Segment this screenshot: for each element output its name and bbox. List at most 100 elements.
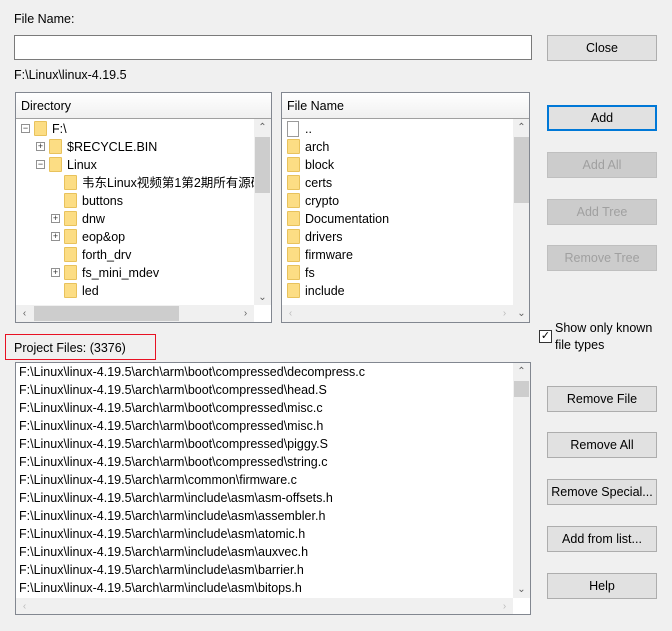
project-file-row[interactable]: F:\Linux\linux-4.19.5\arch\arm\include\a… — [19, 525, 305, 543]
scroll-left-icon[interactable]: ‹ — [16, 598, 33, 614]
scroll-thumb[interactable] — [34, 306, 179, 321]
directory-item-label: dnw — [82, 212, 105, 226]
scroll-up-icon[interactable]: ⌃ — [513, 119, 529, 136]
file-item[interactable]: fs — [282, 264, 513, 282]
file-item[interactable]: include — [282, 282, 513, 300]
current-path: F:\Linux\linux-4.19.5 — [14, 68, 127, 82]
file-item-label: certs — [305, 176, 333, 190]
directory-header[interactable]: Directory — [16, 93, 271, 119]
collapse-icon[interactable]: − — [21, 124, 30, 133]
files-hscrollbar[interactable]: ‹ › — [282, 305, 513, 322]
directory-item[interactable]: + dnw — [16, 210, 254, 228]
directory-item[interactable]: + $RECYCLE.BIN — [16, 138, 254, 156]
scroll-left-icon[interactable]: ‹ — [282, 305, 299, 322]
directory-item[interactable]: buttons — [16, 192, 254, 210]
expand-icon[interactable]: + — [51, 232, 60, 241]
scroll-up-icon[interactable]: ⌃ — [513, 363, 530, 380]
scroll-thumb[interactable] — [514, 381, 529, 397]
directory-item-label: Linux — [67, 158, 97, 172]
project-file-row[interactable]: F:\Linux\linux-4.19.5\arch\arm\boot\comp… — [19, 453, 327, 471]
directory-hscrollbar[interactable]: ‹ › — [16, 305, 254, 322]
file-item-label: arch — [305, 140, 330, 154]
project-file-row[interactable]: F:\Linux\linux-4.19.5\arch\arm\common\fi… — [19, 471, 297, 489]
directory-item[interactable]: + fs_mini_mdev — [16, 264, 254, 282]
show-known-label[interactable]: Show only known file types — [555, 320, 665, 354]
remove-tree-button[interactable]: Remove Tree — [547, 245, 657, 271]
directory-item-label: $RECYCLE.BIN — [67, 140, 158, 154]
file-item-label: drivers — [305, 230, 343, 244]
project-file-row[interactable]: F:\Linux\linux-4.19.5\arch\arm\boot\comp… — [19, 363, 365, 381]
directory-panel[interactable]: Directory − F:\ + $RECYCLE.BIN − Linux 韦东Linux… — [15, 92, 272, 323]
scroll-right-icon[interactable]: › — [496, 598, 513, 614]
show-known-checkbox[interactable]: ✓ — [539, 330, 552, 343]
file-item[interactable]: block — [282, 156, 513, 174]
file-name-input[interactable] — [14, 35, 532, 60]
directory-item-label: led — [82, 284, 99, 298]
folder-icon — [287, 229, 300, 244]
file-item-label: .. — [305, 122, 312, 136]
directory-vscrollbar[interactable]: ⌃ ⌄ — [254, 119, 271, 305]
close-button[interactable]: Close — [547, 35, 657, 61]
scroll-thumb[interactable] — [255, 137, 270, 193]
scroll-left-icon[interactable]: ‹ — [16, 305, 33, 322]
directory-item-label: forth_drv — [82, 248, 132, 262]
folder-icon — [287, 211, 300, 226]
scroll-thumb[interactable] — [514, 137, 529, 203]
project-file-row[interactable]: F:\Linux\linux-4.19.5\arch\arm\boot\comp… — [19, 399, 323, 417]
project-file-row[interactable]: F:\Linux\linux-4.19.5\arch\arm\include\a… — [19, 489, 333, 507]
scroll-down-icon[interactable]: ⌄ — [513, 581, 530, 598]
folder-icon — [49, 139, 62, 154]
project-file-row[interactable]: F:\Linux\linux-4.19.5\arch\arm\include\a… — [19, 561, 304, 579]
expand-icon[interactable]: + — [51, 214, 60, 223]
file-item[interactable]: drivers — [282, 228, 513, 246]
file-item[interactable]: crypto — [282, 192, 513, 210]
directory-item[interactable]: − F:\ — [16, 120, 254, 138]
folder-icon — [287, 157, 300, 172]
directory-item[interactable]: forth_drv — [16, 246, 254, 264]
scroll-up-icon[interactable]: ⌃ — [254, 119, 271, 136]
files-vscrollbar[interactable]: ⌃ ⌄ — [513, 119, 529, 322]
add-from-list-button[interactable]: Add from list... — [547, 526, 657, 552]
project-file-row[interactable]: F:\Linux\linux-4.19.5\arch\arm\boot\comp… — [19, 435, 328, 453]
project-file-row[interactable]: F:\Linux\linux-4.19.5\arch\arm\include\a… — [19, 579, 302, 597]
collapse-icon[interactable]: − — [36, 160, 45, 169]
directory-item[interactable]: − Linux — [16, 156, 254, 174]
file-name-panel[interactable]: File Name .. arch block certs crypto Document… — [281, 92, 530, 323]
expand-icon[interactable]: + — [51, 268, 60, 277]
folder-icon — [34, 121, 47, 136]
project-hscrollbar[interactable]: ‹ › — [16, 598, 513, 614]
project-file-row[interactable]: F:\Linux\linux-4.19.5\arch\arm\boot\comp… — [19, 381, 327, 399]
help-button[interactable]: Help — [547, 573, 657, 599]
directory-item[interactable]: 韦东Linux视频第1第2期所有源码 — [16, 174, 263, 192]
folder-icon — [64, 265, 77, 280]
file-item[interactable]: Documentation — [282, 210, 513, 228]
file-item[interactable]: .. — [282, 120, 513, 138]
add-tree-button[interactable]: Add Tree — [547, 199, 657, 225]
add-all-button[interactable]: Add All — [547, 152, 657, 178]
scroll-down-icon[interactable]: ⌄ — [513, 305, 529, 322]
file-item[interactable]: firmware — [282, 246, 513, 264]
file-item[interactable]: certs — [282, 174, 513, 192]
file-item-label: firmware — [305, 248, 353, 262]
project-file-row[interactable]: F:\Linux\linux-4.19.5\arch\arm\include\a… — [19, 543, 308, 561]
directory-item[interactable]: led — [16, 282, 254, 300]
project-files-list[interactable]: F:\Linux\linux-4.19.5\arch\arm\boot\comp… — [15, 362, 531, 615]
remove-special-button[interactable]: Remove Special... — [547, 479, 657, 505]
directory-item-label: F:\ — [52, 122, 67, 136]
remove-all-button[interactable]: Remove All — [547, 432, 657, 458]
project-vscrollbar[interactable]: ⌃ ⌄ — [513, 363, 530, 598]
add-button[interactable]: Add — [547, 105, 657, 131]
project-file-row[interactable]: F:\Linux\linux-4.19.5\arch\arm\include\a… — [19, 507, 325, 525]
file-item[interactable]: arch — [282, 138, 513, 156]
folder-icon — [64, 229, 77, 244]
scroll-right-icon[interactable]: › — [237, 305, 254, 322]
file-item-label: block — [305, 158, 335, 172]
project-file-row[interactable]: F:\Linux\linux-4.19.5\arch\arm\boot\comp… — [19, 417, 323, 435]
expand-icon[interactable]: + — [36, 142, 45, 151]
file-name-header[interactable]: File Name — [282, 93, 529, 119]
scroll-down-icon[interactable]: ⌄ — [254, 289, 271, 306]
scroll-right-icon[interactable]: › — [496, 305, 513, 322]
directory-item[interactable]: + eop&op — [16, 228, 254, 246]
remove-file-button[interactable]: Remove File — [547, 386, 657, 412]
file-item-label: Documentation — [305, 212, 390, 226]
